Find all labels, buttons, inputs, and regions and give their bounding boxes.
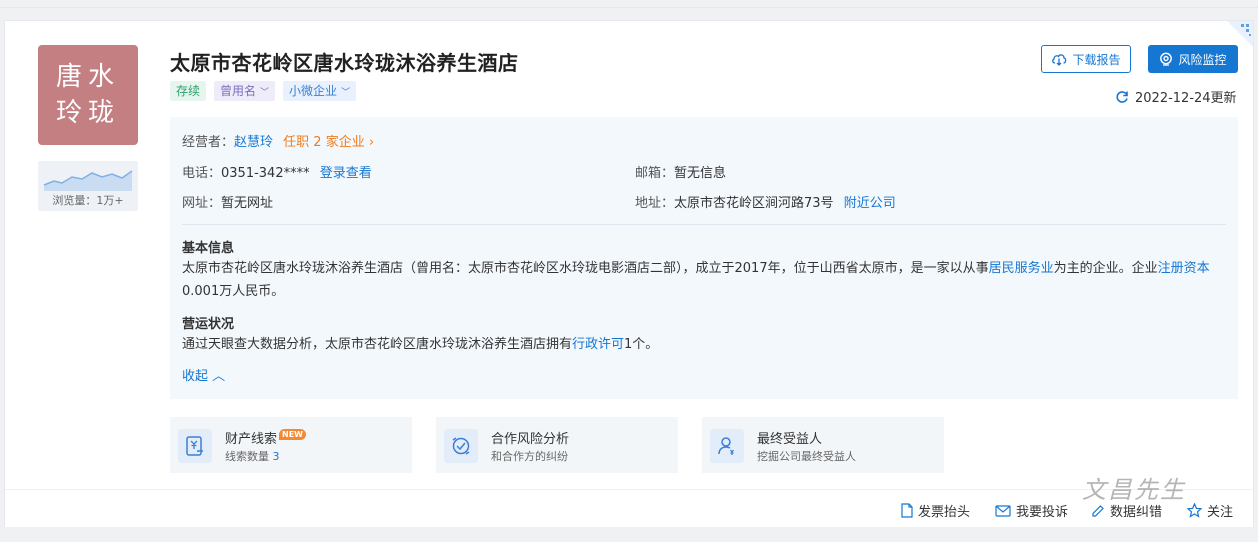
risk-monitor-label: 风险监控 <box>1178 52 1227 67</box>
chevron-up-icon: ︿ <box>212 369 226 384</box>
follow-button[interactable]: 关注 <box>1187 501 1233 520</box>
new-badge: NEW <box>279 429 306 440</box>
website-row: 网址：暂无网址 <box>182 192 273 211</box>
property-document-icon <box>178 429 212 463</box>
beneficial-owner-card[interactable]: 最终受益人 挖掘公司最终受益人 <box>702 417 944 473</box>
phone-label: 电话： <box>182 166 222 181</box>
top-strip <box>0 0 1258 8</box>
update-date: 2022-12-24更新 <box>1135 91 1237 106</box>
operation-part1: 通过天眼查大数据分析，太原市杏花岭区唐水玲珑沐浴养生酒店拥有 <box>182 337 573 352</box>
clue-count-value: 3 <box>272 450 280 463</box>
cooperation-risk-title: 合作风险分析 <box>491 432 570 447</box>
address-value: 太原市杏花岭区涧河路73号 <box>674 196 834 211</box>
industry-link[interactable]: 居民服务业 <box>989 261 1054 276</box>
bottom-action-bar: 发票抬头 我要投诉 数据纠错 关注 <box>5 489 1253 527</box>
former-name-tag[interactable]: 曾用名 ﹀ <box>214 81 276 101</box>
former-name-label: 曾用名 <box>220 84 257 98</box>
views-widget: 浏览量：1万+ <box>38 161 138 211</box>
company-logo: 唐水 玲珑 <box>38 45 138 145</box>
company-header-card: 唐水 玲珑 浏览量：1万+ 太原市杏花岭区唐水玲珑沐浴养生酒店 存续 曾用名 ﹀ … <box>4 20 1254 527</box>
chevron-down-icon: ﹀ <box>341 88 351 98</box>
update-status[interactable]: 2022-12-24更新 <box>1115 87 1237 106</box>
email-value: 暂无信息 <box>674 166 727 181</box>
monitor-target-icon <box>1160 52 1173 66</box>
watermark: 文昌先生 <box>1082 476 1186 504</box>
cooperation-risk-card[interactable]: 合作风险分析 和合作方的纠纷 <box>436 417 678 473</box>
registered-capital-link[interactable]: 注册资本 <box>1158 261 1210 276</box>
operator-row: 经营者：赵慧玲 任职 2 家企业 › <box>182 131 374 150</box>
download-report-label: 下载报告 <box>1072 52 1121 67</box>
company-name: 太原市杏花岭区唐水玲珑沐浴养生酒店 <box>170 51 519 75</box>
star-icon <box>1187 503 1202 518</box>
nearby-companies-link[interactable]: 附近公司 <box>844 196 896 211</box>
company-size-tag[interactable]: 小微企业 ﹀ <box>283 81 357 101</box>
complaint-button[interactable]: 我要投诉 <box>995 501 1068 520</box>
property-clues-card[interactable]: 财产线索 NEW 线索数量 3 <box>170 417 412 473</box>
document-icon <box>901 503 913 518</box>
beneficial-owner-title: 最终受益人 <box>757 432 823 447</box>
status-badge: 存续 <box>170 81 207 101</box>
mail-icon <box>995 504 1011 517</box>
address-label: 地址： <box>635 196 675 211</box>
views-sparkline-icon <box>43 170 133 191</box>
risk-analysis-icon <box>444 429 478 463</box>
info-divider <box>182 224 1226 225</box>
basic-info-part3: 0.001万人民币。 <box>182 284 285 299</box>
admin-license-link[interactable]: 行政许可 <box>572 337 624 352</box>
logo-line-1: 唐水 <box>55 62 120 92</box>
cloud-download-icon <box>1052 54 1067 66</box>
refresh-icon <box>1116 90 1128 103</box>
website-label: 网址： <box>182 196 222 211</box>
views-count: 浏览量：1万+ <box>52 194 124 207</box>
basic-info-part1: 太原市杏花岭区唐水玲珑沐浴养生酒店（曾用名：太原市杏花岭区水玲珑电影酒店二部），… <box>182 261 989 276</box>
download-report-button[interactable]: 下载报告 <box>1041 45 1131 73</box>
complaint-label: 我要投诉 <box>1016 505 1069 520</box>
email-row: 邮箱：暂无信息 <box>635 162 726 181</box>
phone-row: 电话：0351-342**** 登录查看 <box>182 162 372 181</box>
operator-positions-link[interactable]: 任职 2 家企业 › <box>283 135 374 150</box>
address-row: 地址：太原市杏花岭区涧河路73号 附近公司 <box>635 192 896 211</box>
email-label: 邮箱： <box>635 166 675 181</box>
property-clues-title: 财产线索 NEW <box>225 428 306 447</box>
chevron-down-icon: ﹀ <box>260 88 270 98</box>
operator-name-link[interactable]: 赵慧玲 <box>234 135 273 150</box>
company-tags: 存续 曾用名 ﹀ 小微企业 ﹀ <box>170 81 357 101</box>
basic-info-part2: 为主的企业。企业 <box>1053 261 1158 276</box>
operation-heading: 营运状况 <box>182 317 235 332</box>
collapse-label: 收起 <box>182 369 209 384</box>
cooperation-risk-sub: 和合作方的纠纷 <box>491 450 568 463</box>
beneficial-owner-sub: 挖掘公司最终受益人 <box>757 450 856 463</box>
login-view-link[interactable]: 登录查看 <box>320 166 372 181</box>
edit-icon <box>1092 504 1104 517</box>
operation-part2: 1个。 <box>624 337 659 352</box>
basic-info-heading: 基本信息 <box>182 241 235 256</box>
phone-value: 0351-342**** <box>221 166 310 181</box>
chevron-right-icon: › <box>368 135 375 150</box>
property-clues-label: 财产线索 <box>225 432 278 447</box>
qr-code-corner-icon[interactable] <box>1227 21 1253 47</box>
clue-count-label: 线索数量 <box>225 450 273 463</box>
risk-monitor-button[interactable]: 风险监控 <box>1148 45 1238 73</box>
beneficiary-person-icon <box>710 429 744 463</box>
website-value: 暂无网址 <box>221 196 274 211</box>
property-clues-sub: 线索数量 3 <box>225 448 280 464</box>
basic-info-text: 太原市杏花岭区唐水玲珑沐浴养生酒店（曾用名：太原市杏花岭区水玲珑电影酒店二部），… <box>182 257 1228 303</box>
logo-line-2: 玲珑 <box>55 98 120 128</box>
follow-label: 关注 <box>1207 505 1234 520</box>
operator-positions-text: 任职 2 家企业 <box>283 135 365 150</box>
operation-text: 通过天眼查大数据分析，太原市杏花岭区唐水玲珑沐浴养生酒店拥有行政许可1个。 <box>182 333 1228 356</box>
operator-label: 经营者： <box>182 135 235 150</box>
invoice-header-button[interactable]: 发票抬头 <box>901 501 970 520</box>
collapse-button[interactable]: 收起 ︿ <box>182 365 225 384</box>
company-size-label: 小微企业 <box>289 84 338 98</box>
company-info-box: 经营者：赵慧玲 任职 2 家企业 › 电话：0351-342**** 登录查看 … <box>170 117 1238 399</box>
invoice-header-label: 发票抬头 <box>918 505 971 520</box>
